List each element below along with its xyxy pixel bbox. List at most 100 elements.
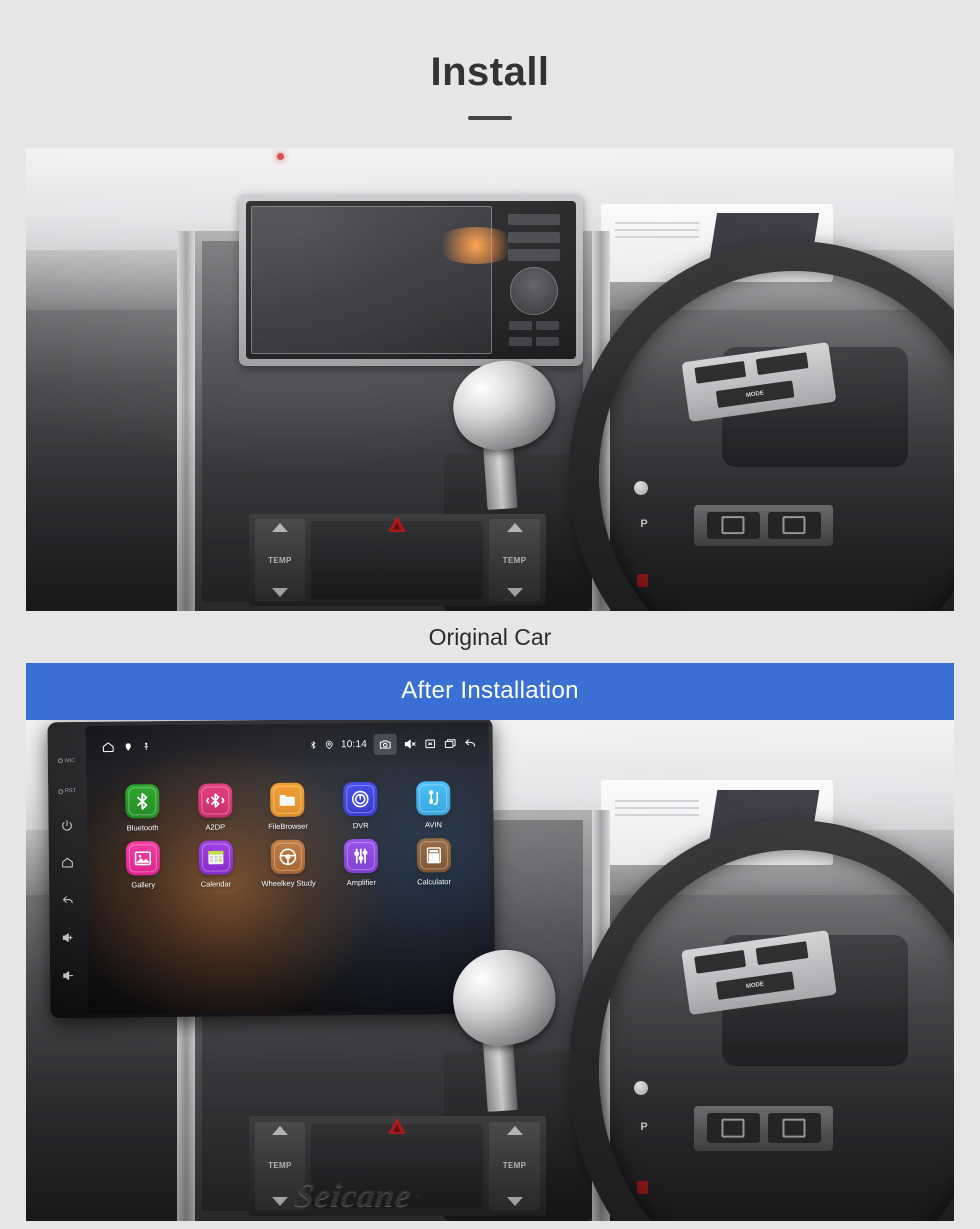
app-calculator[interactable]: Calculator xyxy=(397,838,470,887)
volume-down-icon[interactable] xyxy=(62,969,75,982)
app-calendar[interactable]: Calendar xyxy=(179,840,252,889)
android-head-unit: MIC RST 10:14 Bluetooth A2DP FileBrowser… xyxy=(47,720,497,1018)
door-lock-buttons[interactable] xyxy=(694,1105,834,1151)
swc-button[interactable] xyxy=(755,941,809,966)
temp-down-arrow-icon[interactable] xyxy=(271,587,288,597)
calendar-icon[interactable] xyxy=(198,840,234,876)
hvac-control-panel: TEMP TEMP xyxy=(248,513,546,607)
power-icon[interactable] xyxy=(61,819,74,832)
calculator-icon[interactable] xyxy=(416,838,452,873)
install-page: Install P TEMP TEMP MODE Original Car Af… xyxy=(0,0,980,1229)
app-avin[interactable]: AVIN xyxy=(397,781,470,830)
door-button[interactable] xyxy=(767,1113,821,1144)
temp-control-right[interactable]: TEMP xyxy=(489,1121,540,1210)
app-label: Bluetooth xyxy=(126,823,159,833)
bluetooth-icon[interactable] xyxy=(125,784,160,819)
app-label: A2DP xyxy=(205,822,226,832)
stock-button[interactable] xyxy=(509,321,533,331)
before-caption: Original Car xyxy=(428,624,552,650)
temp-label-right: TEMP xyxy=(502,555,527,565)
temp-up-arrow-icon[interactable] xyxy=(506,1125,523,1135)
watermark-chevron-icon: ⌄ xyxy=(411,1184,425,1202)
swc-button[interactable] xyxy=(755,352,809,375)
status-bar-clock: 10:14 xyxy=(341,739,368,751)
avin-icon[interactable] xyxy=(416,781,451,816)
volume-up-icon[interactable] xyxy=(62,931,75,944)
home-icon[interactable] xyxy=(61,856,74,869)
photo-icon[interactable] xyxy=(125,841,161,876)
app-dvr[interactable]: DVR xyxy=(324,782,397,831)
app-bluetooth[interactable]: Bluetooth xyxy=(106,784,179,833)
app-label: Gallery xyxy=(131,880,156,890)
app-label: Amplifier xyxy=(346,878,377,888)
reset-label: RST xyxy=(58,788,76,794)
swc-mode-button[interactable] xyxy=(715,380,795,408)
stock-button[interactable] xyxy=(536,337,559,347)
temp-down-arrow-icon[interactable] xyxy=(506,1196,523,1206)
title-rule xyxy=(468,116,512,120)
hazard-light-icon[interactable] xyxy=(388,1117,407,1134)
stock-button[interactable] xyxy=(536,321,559,331)
app-label: Calendar xyxy=(200,879,232,890)
app-label: Wheelkey Study xyxy=(261,878,316,889)
temp-control-right[interactable]: TEMP xyxy=(489,519,540,601)
stock-button[interactable] xyxy=(508,213,560,225)
console-trim-left xyxy=(177,231,196,611)
stock-button-row xyxy=(505,337,562,347)
camera-icon[interactable] xyxy=(374,733,398,755)
temp-up-arrow-icon[interactable] xyxy=(271,523,288,533)
door-button[interactable] xyxy=(706,511,760,540)
bluetooth-audio-icon[interactable] xyxy=(198,783,233,819)
temp-up-arrow-icon[interactable] xyxy=(271,1125,288,1135)
app-label: Calculator xyxy=(417,877,452,887)
home-icon[interactable] xyxy=(102,741,115,754)
original-car-photo: P TEMP TEMP xyxy=(26,148,954,611)
temp-label-right: TEMP xyxy=(502,1161,527,1171)
seicane-watermark: Seicane xyxy=(292,1177,414,1214)
back-icon[interactable] xyxy=(464,737,477,750)
stock-radio-buttons xyxy=(497,206,570,353)
mute-icon[interactable] xyxy=(404,738,417,751)
app-label: AVIN xyxy=(425,820,443,830)
hazard-light-icon[interactable] xyxy=(388,515,407,532)
swc-mode-button[interactable] xyxy=(715,971,795,1001)
door-button[interactable] xyxy=(706,1113,760,1144)
app-label: DVR xyxy=(352,821,369,831)
temp-control-left[interactable]: TEMP xyxy=(254,519,306,601)
app-amplifier[interactable]: Amplifier xyxy=(325,839,398,888)
app-a2dp[interactable]: A2DP xyxy=(179,783,252,832)
screen-glare xyxy=(434,226,518,264)
temp-down-arrow-icon[interactable] xyxy=(271,1196,288,1206)
steering-wheel-icon[interactable] xyxy=(271,839,306,875)
app-gallery[interactable]: Gallery xyxy=(107,841,180,890)
stock-dpad[interactable] xyxy=(510,267,558,315)
recents-icon[interactable] xyxy=(444,737,457,750)
stock-button-row xyxy=(505,321,562,331)
back-icon[interactable] xyxy=(62,894,75,907)
after-installation-photo: MIC RST 10:14 Bluetooth A2DP FileBrowser… xyxy=(26,720,954,1221)
app-wheelkey-study[interactable]: Wheelkey Study xyxy=(252,839,325,889)
temp-up-arrow-icon[interactable] xyxy=(506,523,523,533)
dashcam-icon[interactable] xyxy=(343,782,378,817)
location-pin-icon xyxy=(124,743,133,752)
folder-icon[interactable] xyxy=(270,782,306,818)
swc-button[interactable] xyxy=(693,950,747,974)
temp-down-arrow-icon[interactable] xyxy=(506,587,523,597)
head-unit-side-buttons: MIC RST xyxy=(48,726,89,1014)
door-lock-buttons[interactable] xyxy=(694,504,834,547)
gps-icon xyxy=(325,740,334,750)
after-installation-banner: After Installation xyxy=(26,663,954,720)
equalizer-icon[interactable] xyxy=(344,839,379,874)
close-box-icon[interactable] xyxy=(424,737,437,750)
stock-button[interactable] xyxy=(509,337,533,347)
app-filebrowser[interactable]: FileBrowser xyxy=(251,782,324,832)
temp-label-left: TEMP xyxy=(268,555,292,565)
page-title: Install xyxy=(430,50,550,94)
car-interior-before: P TEMP TEMP xyxy=(26,148,954,611)
stock-radio-unit xyxy=(239,194,583,366)
app-grid: Bluetooth A2DP FileBrowser DVR AVIN Gallery Ca… xyxy=(86,765,491,890)
hvac-display xyxy=(311,521,484,599)
swc-button[interactable] xyxy=(694,360,747,384)
door-button[interactable] xyxy=(767,511,821,540)
bluetooth-icon xyxy=(309,741,318,750)
